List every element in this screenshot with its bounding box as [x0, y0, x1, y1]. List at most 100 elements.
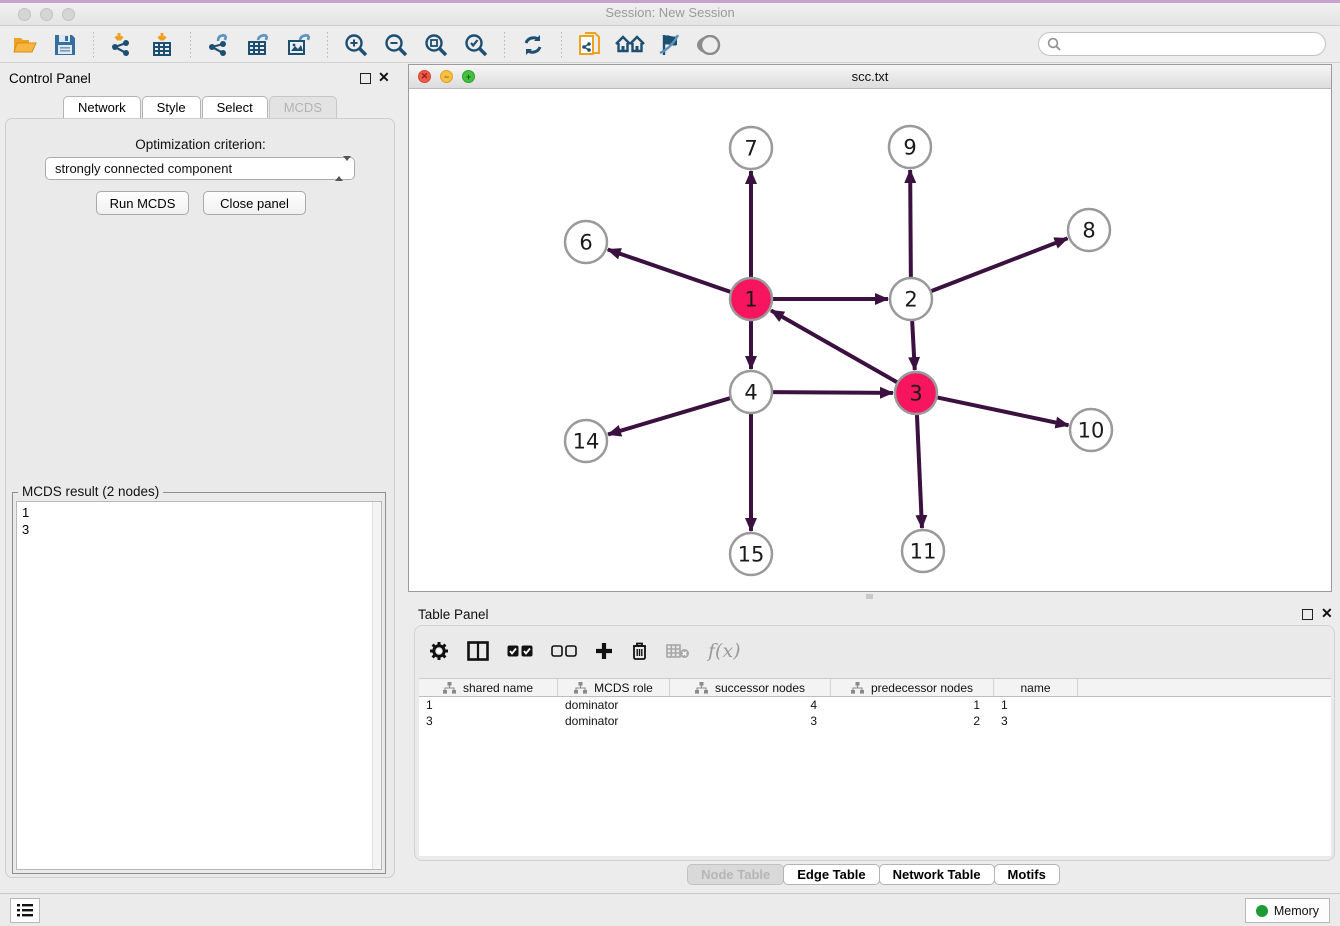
tab-node-table[interactable]: Node Table [687, 864, 784, 885]
svg-text:7: 7 [744, 137, 757, 161]
graph-node-7[interactable]: 7 [730, 127, 772, 169]
graph-node-4[interactable]: 4 [730, 371, 772, 413]
tab-select[interactable]: Select [202, 96, 268, 118]
graph-node-2[interactable]: 2 [890, 278, 932, 320]
svg-text:3: 3 [909, 382, 922, 406]
select-stepper-icon [335, 161, 347, 177]
column-header-successor-nodes[interactable]: successor nodes [670, 679, 831, 696]
svg-text:9: 9 [903, 136, 916, 160]
import-network-icon[interactable] [107, 31, 137, 59]
list-icon [17, 904, 33, 917]
tab-style[interactable]: Style [142, 96, 201, 118]
cell: 4 [670, 697, 831, 713]
float-panel-icon[interactable] [360, 73, 371, 84]
show-panels-list-button[interactable] [10, 898, 40, 923]
delete-column-trash-icon[interactable] [631, 641, 648, 661]
cell: 3 [994, 713, 1078, 729]
run-mcds-button[interactable]: Run MCDS [96, 191, 189, 215]
svg-text:10: 10 [1078, 419, 1105, 443]
tab-network[interactable]: Network [63, 96, 141, 118]
close-table-panel-icon[interactable]: ✕ [1321, 608, 1333, 619]
export-network-icon[interactable] [204, 31, 234, 59]
cell: 3 [670, 713, 831, 729]
tab-edge-table[interactable]: Edge Table [783, 864, 879, 885]
vertical-splitter[interactable] [401, 63, 408, 893]
node-table[interactable]: shared nameMCDS rolesuccessor nodesprede… [419, 678, 1331, 856]
column-header-name[interactable]: name [994, 679, 1078, 696]
float-table-panel-icon[interactable] [1302, 609, 1313, 620]
graph-edge-1-6 [608, 250, 731, 293]
graph-node-6[interactable]: 6 [565, 221, 607, 263]
cell: 2 [831, 713, 994, 729]
graph-node-3[interactable]: 3 [895, 372, 937, 414]
svg-text:14: 14 [573, 430, 600, 454]
result-scrollbar[interactable] [372, 502, 381, 869]
column-header-MCDS-role[interactable]: MCDS role [558, 679, 670, 696]
close-panel-button[interactable]: Close panel [203, 191, 306, 215]
graph-node-9[interactable]: 9 [889, 126, 931, 168]
graph-node-8[interactable]: 8 [1068, 209, 1110, 251]
home-pages-icon[interactable] [615, 31, 645, 59]
column-header-shared-name[interactable]: shared name [419, 679, 558, 696]
optimization-criterion-select[interactable]: strongly connected component [45, 157, 355, 180]
save-session-icon[interactable] [50, 31, 80, 59]
table-row[interactable]: 1dominator411 [419, 697, 1331, 713]
selected-option-label: strongly connected component [55, 161, 232, 176]
memory-button[interactable]: Memory [1245, 898, 1330, 923]
deselect-all-columns-icon[interactable] [551, 645, 577, 658]
table-header-row: shared nameMCDS rolesuccessor nodesprede… [419, 678, 1331, 697]
graph-edge-3-10 [937, 397, 1069, 425]
close-panel-icon[interactable]: ✕ [378, 72, 390, 83]
zoom-in-icon[interactable] [341, 31, 371, 59]
network-window-title: scc.txt [409, 69, 1331, 84]
window-titlebar: Session: New Session [0, 0, 1340, 26]
graph-node-14[interactable]: 14 [565, 420, 607, 462]
network-canvas[interactable]: 1 2 3 4 6 7 8 9 10 11 14 15 [409, 89, 1331, 591]
graph-node-15[interactable]: 15 [730, 533, 772, 575]
splitter-grip[interactable] [866, 594, 873, 599]
select-all-columns-icon[interactable] [507, 645, 533, 658]
control-panel-tabs: NetworkStyleSelectMCDS [0, 96, 401, 118]
export-table-icon[interactable] [244, 31, 274, 59]
graph-edge-2-3 [912, 320, 915, 370]
tab-motifs[interactable]: Motifs [994, 864, 1060, 885]
table-panel: Table Panel ✕ f(x) [408, 601, 1340, 893]
graph-edge-3-11 [917, 414, 922, 528]
table-settings-gear-icon[interactable] [429, 641, 449, 661]
document-network-icon[interactable] [575, 31, 605, 59]
eye-preview-icon[interactable] [695, 31, 725, 59]
show-column-panel-icon[interactable] [467, 641, 489, 661]
toolbar-separator [190, 32, 191, 58]
mcds-result-box[interactable]: 1 3 [16, 501, 382, 870]
search-field[interactable] [1038, 32, 1326, 56]
tab-mcds[interactable]: MCDS [269, 96, 337, 118]
hide-flag-icon[interactable] [655, 31, 685, 59]
table-body: 1dominator4113dominator323 [419, 697, 1331, 729]
refresh-icon[interactable] [518, 31, 548, 59]
network-window-titlebar[interactable]: ✕ − + scc.txt [409, 65, 1331, 89]
graph-edge-3-1 [771, 310, 898, 382]
create-column-plus-icon[interactable] [595, 642, 613, 660]
import-table-icon[interactable] [147, 31, 177, 59]
graph-edge-4-3 [772, 392, 893, 393]
svg-text:8: 8 [1082, 219, 1095, 243]
search-input[interactable] [1066, 37, 1325, 51]
svg-text:11: 11 [910, 540, 937, 564]
memory-status-icon [1256, 905, 1268, 917]
toolbar-separator [504, 32, 505, 58]
graph-node-1[interactable]: 1 [730, 278, 772, 320]
open-folder-icon[interactable] [10, 31, 40, 59]
column-header-predecessor-nodes[interactable]: predecessor nodes [831, 679, 994, 696]
table-row[interactable]: 3dominator323 [419, 713, 1331, 729]
mcds-result-group: MCDS result (2 nodes) 1 3 [12, 492, 386, 874]
status-bar: Memory [0, 893, 1340, 926]
tab-network-table[interactable]: Network Table [879, 864, 995, 885]
graph-node-10[interactable]: 10 [1070, 409, 1112, 451]
toolbar-separator [93, 32, 94, 58]
horizontal-splitter[interactable] [408, 592, 1340, 601]
zoom-fit-icon[interactable] [421, 31, 451, 59]
export-image-icon[interactable] [284, 31, 314, 59]
zoom-selected-icon[interactable] [461, 31, 491, 59]
zoom-out-icon[interactable] [381, 31, 411, 59]
graph-node-11[interactable]: 11 [902, 530, 944, 572]
